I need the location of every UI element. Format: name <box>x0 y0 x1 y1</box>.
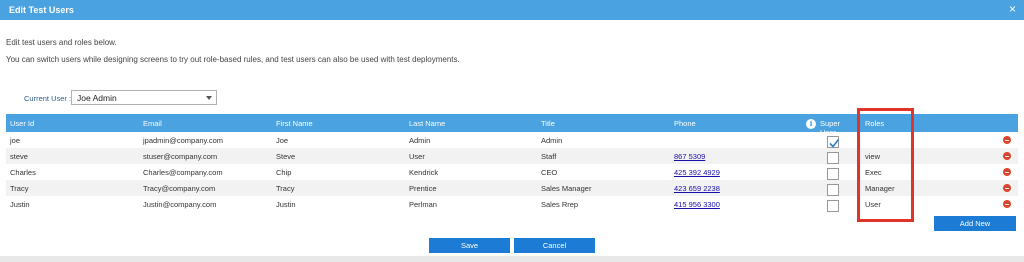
cell-first-name: Tracy <box>276 184 295 193</box>
column-header-last-name[interactable]: Last Name <box>409 119 445 128</box>
cell-last-name: Kendrick <box>409 168 439 177</box>
cell-phone-link[interactable]: 425 392 4929 <box>674 168 720 177</box>
table-row[interactable]: steve stuser@company.com Steve User Staf… <box>6 148 1018 164</box>
cell-first-name: Chip <box>276 168 292 177</box>
column-header-title[interactable]: Title <box>541 119 555 128</box>
cell-last-name: Admin <box>409 136 431 145</box>
table-row[interactable]: Justin Justin@company.com Justin Perlman… <box>6 196 1018 212</box>
delete-row-icon[interactable] <box>1003 168 1011 176</box>
intro-text-line2: You can switch users while designing scr… <box>6 55 460 64</box>
delete-row-icon[interactable] <box>1003 200 1011 208</box>
cell-user-id: Charles <box>10 168 36 177</box>
cell-last-name: User <box>409 152 425 161</box>
cell-first-name: Justin <box>276 200 296 209</box>
cell-title: Admin <box>541 136 563 145</box>
column-header-user-id[interactable]: User Id <box>10 119 34 128</box>
super-user-checkbox[interactable] <box>827 184 839 196</box>
cell-last-name: Perlman <box>409 200 437 209</box>
current-user-label: Current User : <box>24 94 72 103</box>
super-user-checkbox[interactable] <box>827 136 840 148</box>
cell-roles: User <box>865 200 881 209</box>
horizontal-scrollbar[interactable] <box>0 256 1024 262</box>
cell-title: Sales Manager <box>541 184 592 193</box>
dialog-titlebar: Edit Test Users × <box>0 0 1024 20</box>
cell-user-id: Justin <box>10 200 30 209</box>
cell-email: Tracy@company.com <box>143 184 216 193</box>
dialog-title: Edit Test Users <box>9 5 74 15</box>
column-header-first-name[interactable]: First Name <box>276 119 313 128</box>
delete-row-icon[interactable] <box>1003 152 1011 160</box>
cell-roles: view <box>865 152 881 161</box>
current-user-select[interactable]: Joe Admin <box>71 90 217 105</box>
super-user-checkbox[interactable] <box>827 152 839 164</box>
users-table: User Id Email First Name Last Name Title… <box>6 114 1018 212</box>
cell-email: stuser@company.com <box>143 152 218 161</box>
cell-phone-link[interactable]: 867 5309 <box>674 152 705 161</box>
column-header-roles[interactable]: Roles <box>865 119 884 128</box>
table-row[interactable]: joe jpadmin@company.com Joe Admin Admin <box>6 132 1018 148</box>
save-button[interactable]: Save <box>429 238 510 253</box>
cell-email: jpadmin@company.com <box>143 136 224 145</box>
cell-title: CEO <box>541 168 558 177</box>
cell-title: Sales Rrep <box>541 200 579 209</box>
add-new-button[interactable]: Add New <box>934 216 1016 231</box>
cell-phone-link[interactable]: 423 659 2238 <box>674 184 720 193</box>
delete-row-icon[interactable] <box>1003 136 1011 144</box>
cell-user-id: steve <box>10 152 28 161</box>
delete-row-icon[interactable] <box>1003 184 1011 192</box>
info-icon[interactable]: i <box>806 119 816 129</box>
cell-user-id: Tracy <box>10 184 29 193</box>
cell-phone-link[interactable]: 415 956 3300 <box>674 200 720 209</box>
cell-email: Charles@company.com <box>143 168 223 177</box>
cell-user-id: joe <box>10 136 21 145</box>
close-icon[interactable]: × <box>1009 3 1016 15</box>
dropdown-arrow-icon <box>206 96 212 100</box>
table-row[interactable]: Tracy Tracy@company.com Tracy Prentice S… <box>6 180 1018 196</box>
super-user-checkbox[interactable] <box>827 200 839 212</box>
super-user-checkbox[interactable] <box>827 168 839 180</box>
current-user-value: Joe Admin <box>77 93 117 103</box>
cell-roles: Exec <box>865 168 882 177</box>
table-header: User Id Email First Name Last Name Title… <box>6 114 1018 137</box>
column-header-email[interactable]: Email <box>143 119 162 128</box>
cell-first-name: Joe <box>276 136 289 145</box>
cell-roles: Manager <box>865 184 895 193</box>
cell-email: Justin@company.com <box>143 200 217 209</box>
cell-first-name: Steve <box>276 152 296 161</box>
cell-last-name: Prentice <box>409 184 437 193</box>
cancel-button[interactable]: Cancel <box>514 238 595 253</box>
table-row[interactable]: Charles Charles@company.com Chip Kendric… <box>6 164 1018 180</box>
intro-text-line1: Edit test users and roles below. <box>6 38 117 47</box>
cell-title: Staff <box>541 152 557 161</box>
column-header-phone[interactable]: Phone <box>674 119 696 128</box>
